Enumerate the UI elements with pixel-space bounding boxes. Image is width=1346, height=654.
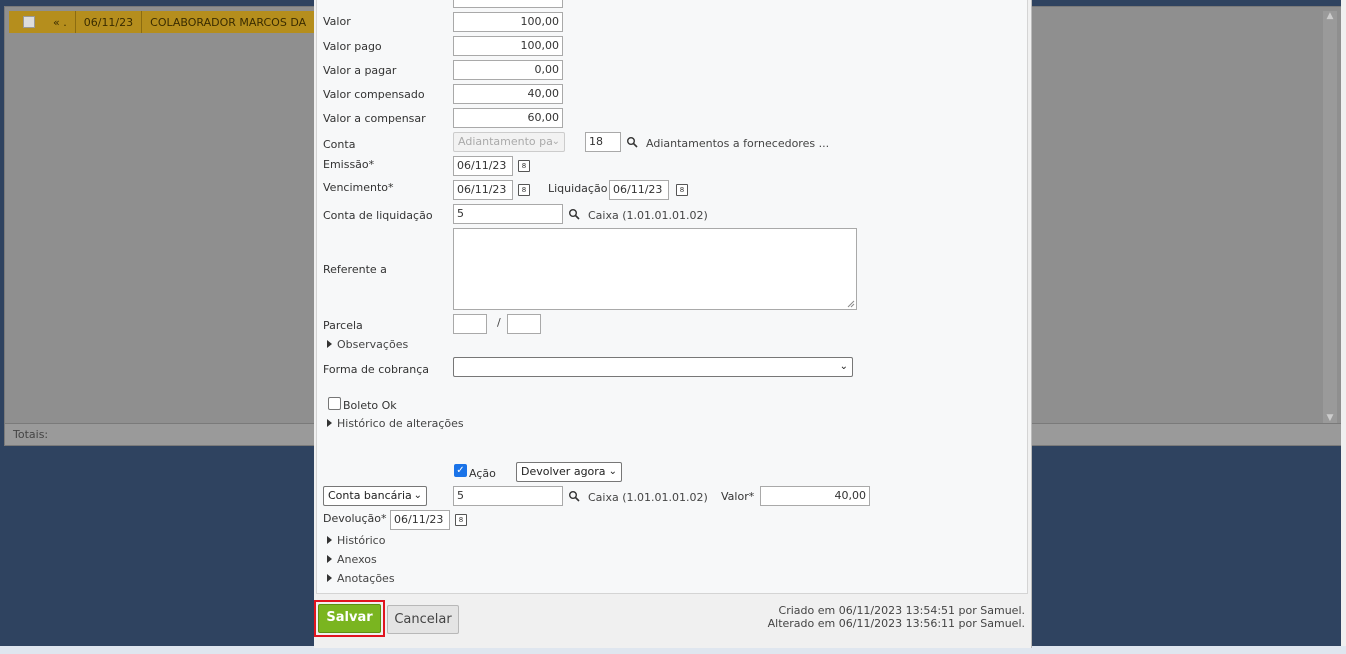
caret-right-icon <box>327 419 332 427</box>
referente-a-label: Referente a <box>323 263 387 276</box>
historico-alteracoes-label: Histórico de alterações <box>337 417 464 430</box>
valor-input[interactable]: 100,00 <box>453 12 563 32</box>
calendar-icon[interactable]: 8 <box>518 160 530 172</box>
parcela-input-2[interactable] <box>507 314 541 334</box>
conta-bancaria-select-value: Conta bancária <box>328 489 412 502</box>
conta-bancaria-description: Caixa (1.01.01.01.02) <box>588 491 708 504</box>
boleto-ok-checkbox[interactable] <box>328 397 341 410</box>
chevron-down-icon: ⌄ <box>608 466 617 477</box>
conta-select[interactable]: Adiantamento pa ⌄ <box>453 132 565 152</box>
observacoes-label: Observações <box>337 338 409 351</box>
totals-label: Totais: <box>13 428 49 441</box>
conta-bancaria-select[interactable]: Conta bancária ⌄ <box>323 486 427 506</box>
forma-cobranca-label: Forma de cobrança <box>323 363 429 376</box>
historico-label: Histórico <box>337 534 386 547</box>
modified-info: Alterado em 06/11/2023 13:56:11 por Samu… <box>767 617 1025 630</box>
liquidacao-label: Liquidação <box>548 182 608 195</box>
cancel-button[interactable]: Cancelar <box>387 605 459 634</box>
acao-select[interactable]: Devolver agora ⌄ <box>516 462 622 482</box>
parcela-separator: / <box>497 316 501 329</box>
chevron-down-icon: ⌄ <box>839 361 848 372</box>
referente-a-textarea[interactable] <box>453 228 857 310</box>
conta-bancaria-input[interactable]: 5 <box>453 486 563 506</box>
resize-grip-icon[interactable] <box>847 300 855 308</box>
caret-right-icon <box>327 555 332 563</box>
search-icon[interactable] <box>626 136 638 148</box>
valor-compensado-label: Valor compensado <box>323 88 425 101</box>
cell-divider <box>141 11 143 33</box>
valor-a-pagar-label: Valor a pagar <box>323 64 397 77</box>
search-icon[interactable] <box>568 208 580 220</box>
table-row[interactable]: « . 06/11/23 COLABORADOR MARCOS DA <box>9 11 329 33</box>
parcela-label: Parcela <box>323 319 363 332</box>
devolucao-input[interactable]: 06/11/23 <box>390 510 450 530</box>
valor-a-compensar-input[interactable]: 60,00 <box>453 108 563 128</box>
calendar-icon[interactable]: 8 <box>518 184 530 196</box>
row-checkbox[interactable] <box>23 16 35 28</box>
acao-checkbox[interactable]: ✓ <box>454 464 467 477</box>
list-scrollbar[interactable]: ▲ ▼ <box>1323 11 1337 423</box>
caret-right-icon <box>327 574 332 582</box>
created-info: Criado em 06/11/2023 13:54:51 por Samuel… <box>778 604 1025 617</box>
audit-info: Criado em 06/11/2023 13:54:51 por Samuel… <box>768 604 1025 630</box>
boleto-ok-label: Boleto Ok <box>343 399 397 412</box>
save-highlight: Salvar <box>314 600 385 637</box>
chevron-down-icon: ⌄ <box>551 136 560 147</box>
scroll-up-icon[interactable]: ▲ <box>1323 11 1337 21</box>
valor-label: Valor <box>323 15 351 28</box>
observacoes-toggle[interactable]: Observações <box>327 338 408 351</box>
conta-select-value: Adiantamento pa <box>458 135 553 148</box>
historico-toggle[interactable]: Histórico <box>327 534 385 547</box>
parcela-input-1[interactable] <box>453 314 487 334</box>
row-flag: « . <box>53 15 67 29</box>
devolucao-label: Devolução* <box>323 512 387 525</box>
acao-label: Ação <box>469 467 496 480</box>
valor-pago-label: Valor pago <box>323 40 382 53</box>
valor-pago-input[interactable]: 100,00 <box>453 36 563 56</box>
caret-right-icon <box>327 536 332 544</box>
valor-a-compensar-label: Valor a compensar <box>323 112 426 125</box>
calendar-icon[interactable]: 8 <box>676 184 688 196</box>
conta-code-input[interactable]: 18 <box>585 132 621 152</box>
row-name: COLABORADOR MARCOS DA <box>150 15 307 29</box>
scroll-down-icon[interactable]: ▼ <box>1323 413 1337 423</box>
cell-divider <box>74 11 76 33</box>
vencimento-input[interactable]: 06/11/23 <box>453 180 513 200</box>
liquidacao-input[interactable]: 06/11/23 <box>609 180 669 200</box>
anotacoes-label: Anotações <box>337 572 395 585</box>
save-button[interactable]: Salvar <box>318 604 381 633</box>
calendar-icon[interactable]: 8 <box>455 514 467 526</box>
valor-a-pagar-input[interactable]: 0,00 <box>453 60 563 80</box>
valor-compensado-input[interactable]: 40,00 <box>453 84 563 104</box>
conta-description: Adiantamentos a fornecedores ... <box>646 137 830 150</box>
chevron-down-icon: ⌄ <box>413 490 422 501</box>
forma-cobranca-select[interactable]: ⌄ <box>453 357 853 377</box>
page-scrollbar[interactable] <box>1341 0 1346 646</box>
edit-dialog: Valor 100,00 Valor pago 100,00 Valor a p… <box>314 0 1032 648</box>
historico-alteracoes-toggle[interactable]: Histórico de alterações <box>327 417 464 430</box>
conta-liquidacao-input[interactable]: 5 <box>453 204 563 224</box>
emissao-label: Emissão* <box>323 158 375 171</box>
valor-devolucao-label: Valor* <box>721 490 755 503</box>
partial-top-input[interactable] <box>453 0 563 8</box>
valor-devolucao-input[interactable]: 40,00 <box>760 486 870 506</box>
anexos-label: Anexos <box>337 553 377 566</box>
caret-right-icon <box>327 340 332 348</box>
row-date: 06/11/23 <box>83 15 134 29</box>
search-icon[interactable] <box>568 490 580 502</box>
acao-select-value: Devolver agora <box>521 465 606 478</box>
emissao-input[interactable]: 06/11/23 <box>453 156 513 176</box>
vencimento-label: Vencimento* <box>323 181 394 194</box>
conta-liquidacao-description: Caixa (1.01.01.01.02) <box>588 209 708 222</box>
conta-liquidacao-label: Conta de liquidação <box>323 209 433 222</box>
form-panel: Valor 100,00 Valor pago 100,00 Valor a p… <box>316 0 1028 594</box>
conta-label: Conta <box>323 138 356 151</box>
anotacoes-toggle[interactable]: Anotações <box>327 572 395 585</box>
anexos-toggle[interactable]: Anexos <box>327 553 377 566</box>
